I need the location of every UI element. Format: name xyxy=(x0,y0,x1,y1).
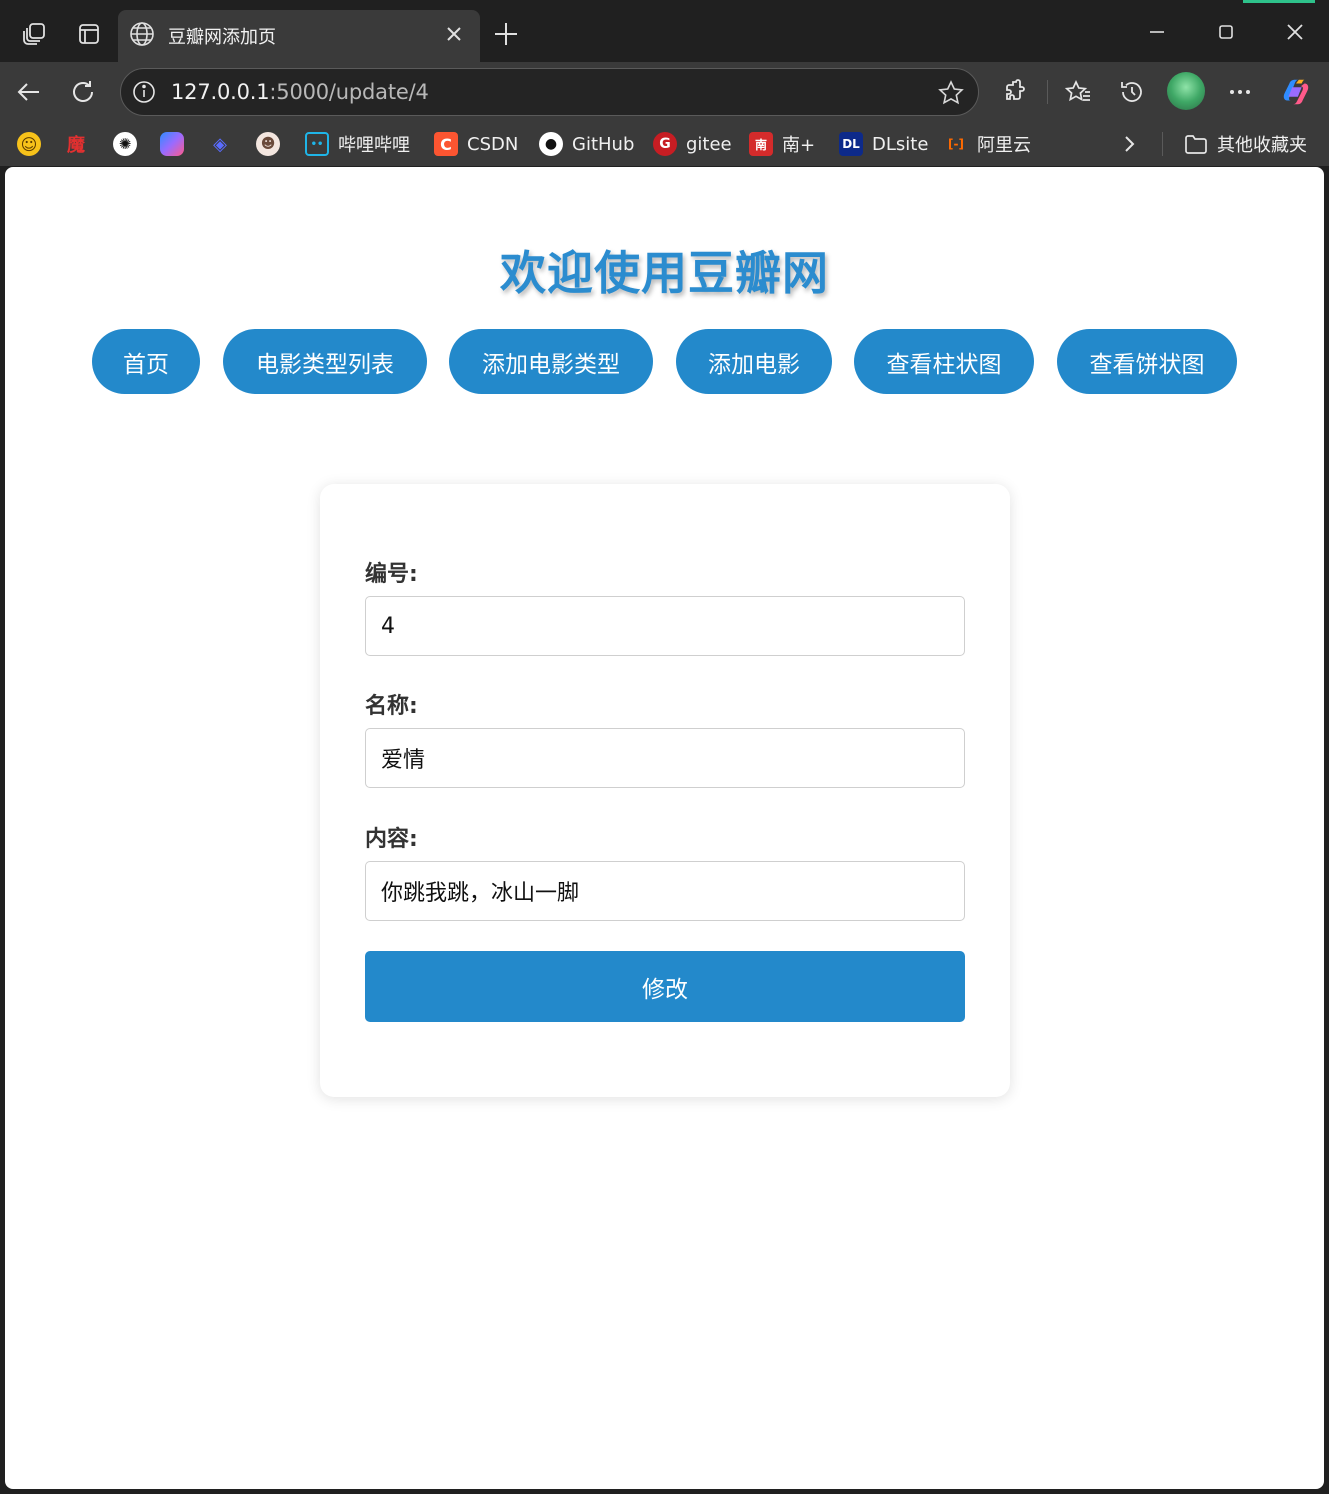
aliyun-icon: [-] xyxy=(948,137,964,151)
tab-actions-icon[interactable] xyxy=(75,20,103,48)
nav-movie-type-list-button[interactable]: 电影类型列表 xyxy=(223,329,427,394)
nav-add-movie-type-button[interactable]: 添加电影类型 xyxy=(449,329,653,394)
window-accent-line xyxy=(1243,0,1315,3)
id-input[interactable] xyxy=(365,596,965,656)
bookmark-label: 其他收藏夹 xyxy=(1217,135,1307,156)
nav-pie-chart-button[interactable]: 查看饼状图 xyxy=(1057,329,1237,394)
nav-home-button[interactable]: 首页 xyxy=(92,329,200,394)
bookmark-label: 南+ xyxy=(782,135,816,156)
tab-title: 豆瓣网添加页 xyxy=(168,27,276,48)
bookmark-label: GitHub xyxy=(572,133,635,155)
nav-add-movie-button[interactable]: 添加电影 xyxy=(676,329,832,394)
mo-icon: 魔 xyxy=(67,135,85,156)
new-tab-icon[interactable] xyxy=(490,18,522,50)
bookmarks-overflow[interactable] xyxy=(1117,130,1141,158)
browser-toolbar: 127.0.0.1:5000/update/4 xyxy=(0,62,1329,122)
history-icon[interactable] xyxy=(1116,76,1148,108)
dlsite-icon: DL xyxy=(839,132,863,156)
bookmark-label: gitee xyxy=(686,133,732,155)
bookmark-csdn[interactable]: C CSDN xyxy=(434,130,518,158)
extensions-icon[interactable] xyxy=(1000,76,1032,108)
refresh-icon[interactable] xyxy=(67,76,99,108)
globe-icon xyxy=(128,20,156,48)
whale-icon: ◈ xyxy=(213,133,227,155)
bookmark-label: 阿里云 xyxy=(977,135,1031,156)
site-info-icon[interactable] xyxy=(131,79,157,105)
id-label: 编号: xyxy=(365,562,418,587)
profile-avatar[interactable] xyxy=(1167,72,1205,110)
browser-title-bar: 豆瓣网添加页 xyxy=(0,0,1329,62)
bookmark-mo[interactable]: 魔 xyxy=(64,130,88,158)
back-arrow-icon[interactable] xyxy=(13,76,45,108)
gitee-icon: G xyxy=(653,132,677,156)
bookmarks-separator xyxy=(1162,132,1163,156)
close-window-icon[interactable] xyxy=(1275,14,1315,50)
active-tab[interactable]: 豆瓣网添加页 xyxy=(118,10,480,62)
minimize-icon[interactable] xyxy=(1137,14,1177,50)
other-bookmarks[interactable]: 其他收藏夹 xyxy=(1184,130,1307,158)
bookmark-bilibili[interactable]: •• 哔哩哔哩 xyxy=(305,130,410,158)
bookmark-openai[interactable]: ✺ xyxy=(113,130,137,158)
content-label: 内容: xyxy=(365,827,418,852)
url-host: 127.0.0.1 xyxy=(171,80,270,104)
nanplus-icon: 南 xyxy=(749,132,773,156)
bilibili-icon: •• xyxy=(305,132,329,156)
url-path: :5000/update/4 xyxy=(269,80,429,104)
favorites-icon[interactable] xyxy=(1062,76,1094,108)
bookmark-whale[interactable]: ◈ xyxy=(208,130,232,158)
bookmark-label: 哔哩哔哩 xyxy=(338,135,410,156)
csdn-icon: C xyxy=(434,132,458,156)
page-title: 欢迎使用豆瓣网 xyxy=(500,246,829,300)
bookmark-aliyun[interactable]: [-] 阿里云 xyxy=(944,130,1031,158)
bookmark-smiley[interactable]: ☺ xyxy=(17,130,41,158)
folder-icon xyxy=(1184,132,1208,156)
page-viewport: 欢迎使用豆瓣网 首页 电影类型列表 添加电影类型 添加电影 查看柱状图 查看饼状… xyxy=(5,167,1324,1489)
maximize-icon[interactable] xyxy=(1206,14,1246,50)
bookmark-nanplus[interactable]: 南 南+ xyxy=(749,130,815,158)
name-input[interactable] xyxy=(365,728,965,788)
name-label: 名称: xyxy=(365,694,418,719)
bookmark-avatar[interactable]: ☻ xyxy=(256,130,280,158)
github-icon: ● xyxy=(539,132,563,156)
update-form: 编号: 名称: 内容: 修改 xyxy=(320,484,1010,1097)
toolbar-separator xyxy=(1047,80,1048,104)
copilot-icon xyxy=(160,132,184,156)
more-options-icon[interactable] xyxy=(1224,76,1256,108)
copilot-icon[interactable] xyxy=(1280,76,1312,108)
favorite-star-icon[interactable] xyxy=(937,79,965,107)
bookmark-copilot[interactable] xyxy=(160,130,184,158)
submit-update-button[interactable]: 修改 xyxy=(365,951,965,1022)
bookmark-dlsite[interactable]: DL DLsite xyxy=(839,130,928,158)
bookmark-gitee[interactable]: G gitee xyxy=(653,130,732,158)
anime-avatar-icon: ☻ xyxy=(256,132,280,156)
close-tab-icon[interactable] xyxy=(440,20,468,48)
bookmark-github[interactable]: ● GitHub xyxy=(539,130,634,158)
address-bar[interactable]: 127.0.0.1:5000/update/4 xyxy=(120,68,979,116)
bookmark-label: CSDN xyxy=(467,133,519,155)
nav-bar-chart-button[interactable]: 查看柱状图 xyxy=(854,329,1034,394)
bookmark-label: DLsite xyxy=(872,133,929,155)
chevron-right-icon xyxy=(1117,132,1141,156)
bookmarks-bar: ☺ 魔 ✺ ◈ ☻ •• 哔哩哔哩 C CSDN ● GitHub G gite… xyxy=(0,122,1329,166)
workspaces-icon[interactable] xyxy=(20,20,48,48)
smiley-icon: ☺ xyxy=(17,132,41,156)
content-input[interactable] xyxy=(365,861,965,921)
url-text[interactable]: 127.0.0.1:5000/update/4 xyxy=(171,80,429,104)
openai-icon: ✺ xyxy=(113,132,137,156)
